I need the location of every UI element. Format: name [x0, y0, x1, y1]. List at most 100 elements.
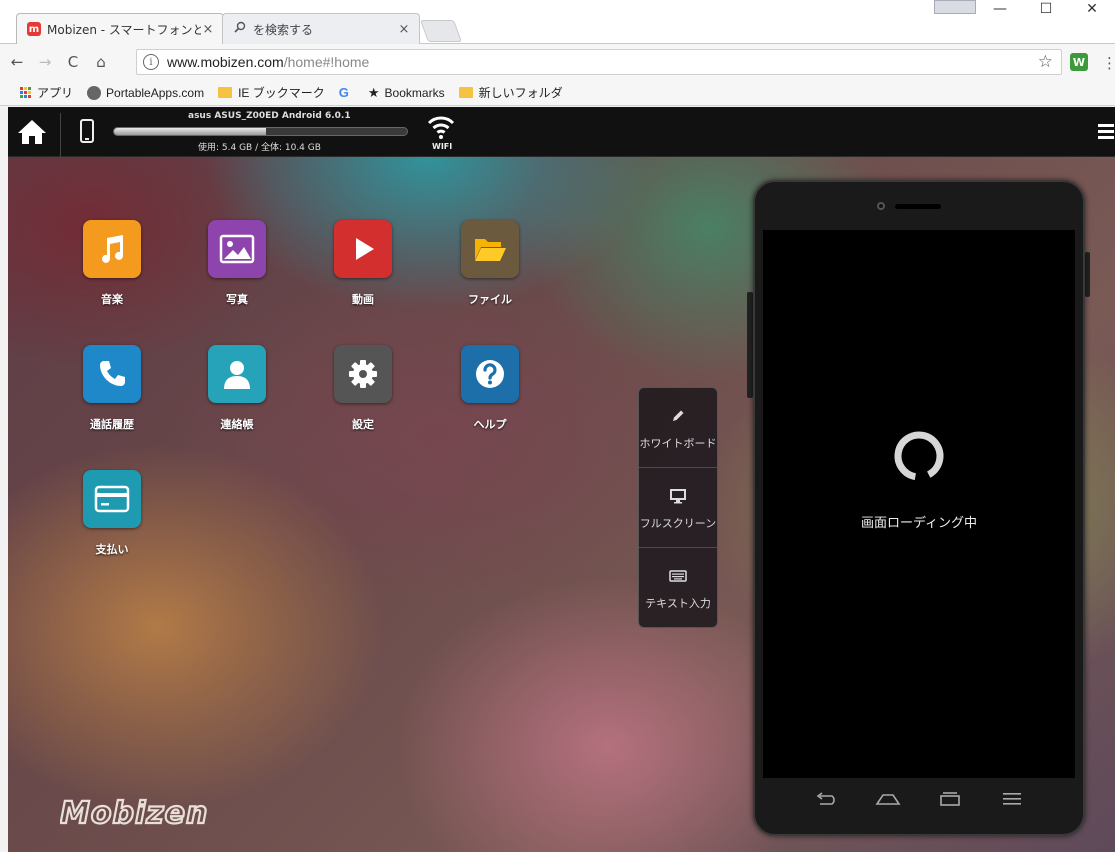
monitor-icon — [669, 485, 687, 507]
app-payment[interactable]: 支払い — [62, 470, 162, 557]
bookmarks-bar: アプリ PortableApps.com IE ブックマーク G ★ Bookm… — [0, 80, 1115, 106]
app-tile — [461, 220, 519, 278]
text-input-button[interactable]: テキスト入力 — [639, 548, 717, 628]
storage-bar — [113, 127, 408, 136]
tab-search[interactable]: を検索する × — [222, 13, 420, 44]
storage-text: 使用: 5.4 GB / 全体: 10.4 GB — [198, 143, 321, 153]
app-settings[interactable]: 設定 — [313, 345, 413, 432]
home-button[interactable]: ⌂ — [90, 51, 112, 73]
menu-key-icon[interactable] — [998, 787, 1026, 811]
home-key-icon[interactable] — [874, 787, 902, 811]
bookmark-portableapps[interactable]: PortableApps.com — [87, 85, 204, 100]
help-icon — [476, 360, 504, 388]
music-note-icon — [102, 235, 123, 263]
loading-text: 画面ローディング中 — [860, 516, 978, 531]
back-key-icon[interactable] — [812, 787, 840, 811]
app-label: 通話履歴 — [90, 418, 134, 431]
chrome-menu-icon[interactable]: ⋮ — [1102, 54, 1115, 72]
tab-mobizen[interactable]: m Mobizen - スマートフォンと/ × — [16, 13, 224, 44]
window-controls: — ☐ ✕ — [977, 0, 1115, 18]
app-label: 写真 — [226, 293, 248, 306]
camera-icon — [877, 202, 885, 210]
app-contacts[interactable]: 連絡帳 — [187, 345, 287, 432]
address-bar[interactable]: i www.mobizen.com/home#!home ☆ — [136, 49, 1062, 75]
text-input-label: テキスト入力 — [645, 597, 711, 610]
bookmark-label: アプリ — [37, 86, 74, 100]
mobizen-favicon-icon: m — [27, 22, 41, 36]
app-tile — [334, 345, 392, 403]
url-path: /home#!home — [283, 54, 370, 70]
phone-frame: 画面ローディング中 — [753, 180, 1085, 836]
app-label: 音楽 — [101, 293, 123, 306]
bookmark-label: Bookmarks — [384, 85, 445, 100]
phone-icon — [100, 361, 125, 386]
reload-button[interactable]: C — [62, 51, 84, 73]
close-window-button[interactable]: ✕ — [1069, 0, 1115, 18]
folder-icon — [218, 87, 233, 98]
maximize-button[interactable]: ☐ — [1023, 0, 1069, 18]
apps-grid-icon — [20, 86, 32, 99]
mobizen-page: asus ASUS_Z00ED Android 6.0.1 使用: 5.4 GB… — [8, 107, 1115, 852]
app-tile — [208, 345, 266, 403]
portableapps-icon — [87, 85, 102, 100]
tab-close-icon[interactable]: × — [201, 22, 215, 37]
forward-button[interactable]: → — [34, 51, 56, 73]
bookmark-google[interactable]: G — [339, 85, 354, 100]
back-button[interactable]: ← — [6, 51, 28, 73]
whiteboard-button[interactable]: ホワイトボード — [639, 388, 717, 468]
tool-panel: ホワイトボード フルスクリーン テキスト入力 — [638, 387, 718, 628]
card-icon — [94, 485, 130, 513]
app-video[interactable]: 動画 — [313, 220, 413, 307]
app-tile — [83, 470, 141, 528]
wifi-label: WIFI — [432, 142, 453, 151]
app-label: 設定 — [352, 418, 374, 431]
svg-text:Mobizen: Mobizen — [60, 796, 208, 831]
home-icon[interactable] — [16, 117, 48, 147]
bookmark-star-icon[interactable]: ☆ — [1038, 52, 1053, 72]
keyboard-icon — [669, 565, 687, 587]
phone-screen[interactable]: 画面ローディング中 — [763, 230, 1075, 778]
mobizen-logo: Mobizen — [59, 793, 270, 836]
play-icon — [356, 238, 374, 260]
star-icon: ★ — [367, 84, 380, 100]
bookmark-new-folder[interactable]: 新しいフォルダ — [458, 84, 563, 101]
app-photos[interactable]: 写真 — [187, 220, 287, 307]
new-tab-button[interactable] — [419, 20, 463, 42]
extension-icon[interactable]: W — [1070, 53, 1088, 71]
app-tile — [83, 220, 141, 278]
fullscreen-button[interactable]: フルスクリーン — [639, 468, 717, 548]
app-music[interactable]: 音楽 — [62, 220, 162, 307]
app-label: ファイル — [468, 293, 512, 306]
whiteboard-label: ホワイトボード — [639, 436, 717, 450]
phone-side-button — [1085, 252, 1090, 297]
toolbar: ← → C ⌂ i www.mobizen.com/home#!home ☆ W… — [0, 44, 1115, 80]
site-info-icon[interactable]: i — [143, 54, 159, 70]
tab-close-icon[interactable]: × — [397, 22, 411, 37]
recent-apps-key-icon[interactable] — [936, 787, 964, 811]
device-topbar: asus ASUS_Z00ED Android 6.0.1 使用: 5.4 GB… — [8, 107, 1115, 157]
app-tile — [208, 220, 266, 278]
screen-list-icon[interactable] — [1096, 121, 1115, 143]
folder-open-icon — [475, 239, 506, 261]
bookmark-apps[interactable]: アプリ — [20, 84, 73, 101]
app-label: 動画 — [352, 293, 374, 306]
bookmark-ie-folder[interactable]: IE ブックマーク — [218, 84, 325, 101]
app-tile — [83, 345, 141, 403]
bookmark-label: 新しいフォルダ — [478, 86, 563, 100]
minimize-button[interactable]: — — [977, 0, 1023, 18]
app-tile — [461, 345, 519, 403]
app-label: ヘルプ — [473, 418, 507, 431]
folder-icon — [458, 87, 473, 98]
app-help[interactable]: ヘルプ — [440, 345, 540, 432]
storage-fill — [114, 128, 267, 135]
tab-title: Mobizen - スマートフォンと/ — [47, 22, 201, 37]
loading-spinner-icon — [891, 428, 947, 484]
gear-icon — [349, 360, 377, 388]
tab-title: を検索する — [253, 22, 314, 37]
app-files[interactable]: ファイル — [440, 220, 540, 307]
profile-button[interactable] — [934, 0, 976, 14]
fullscreen-label: フルスクリーン — [639, 516, 717, 530]
google-icon: G — [338, 85, 349, 100]
app-call-log[interactable]: 通話履歴 — [62, 345, 162, 432]
bookmark-bookmarks[interactable]: ★ Bookmarks — [368, 85, 445, 101]
